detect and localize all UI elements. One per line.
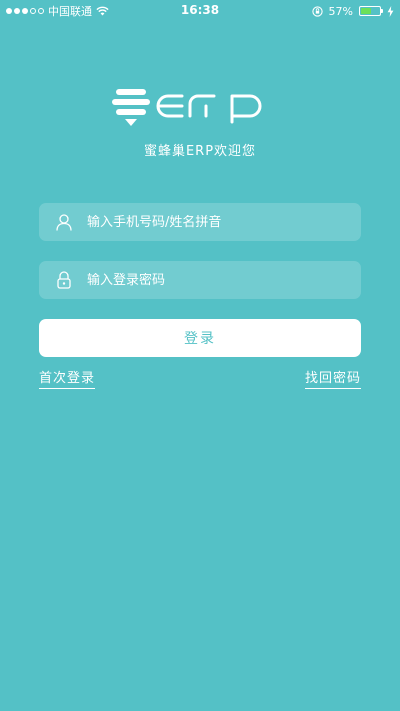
status-bar: 中国联通 16:38 57% [0, 0, 400, 22]
login-button[interactable]: 登录 [39, 319, 361, 357]
charging-bolt-icon [387, 5, 394, 17]
lock-icon [55, 271, 73, 289]
battery-icon [359, 6, 383, 16]
username-input[interactable] [87, 214, 337, 230]
status-right: 57% [311, 3, 394, 19]
username-field[interactable] [39, 203, 361, 241]
welcome-subtitle: 蜜蜂巢ERP欢迎您 [143, 144, 257, 159]
password-input[interactable] [87, 272, 337, 288]
orientation-lock-icon [311, 5, 323, 17]
password-field[interactable] [39, 261, 361, 299]
bee-hive-logo-icon [112, 89, 262, 126]
user-icon [55, 213, 73, 231]
battery-percent: 57% [328, 4, 353, 18]
forgot-password-link[interactable]: 找回密码 [304, 367, 361, 389]
battery-fill [361, 8, 371, 14]
first-login-link[interactable]: 首次登录 [39, 367, 96, 389]
erp-logo [110, 82, 290, 132]
